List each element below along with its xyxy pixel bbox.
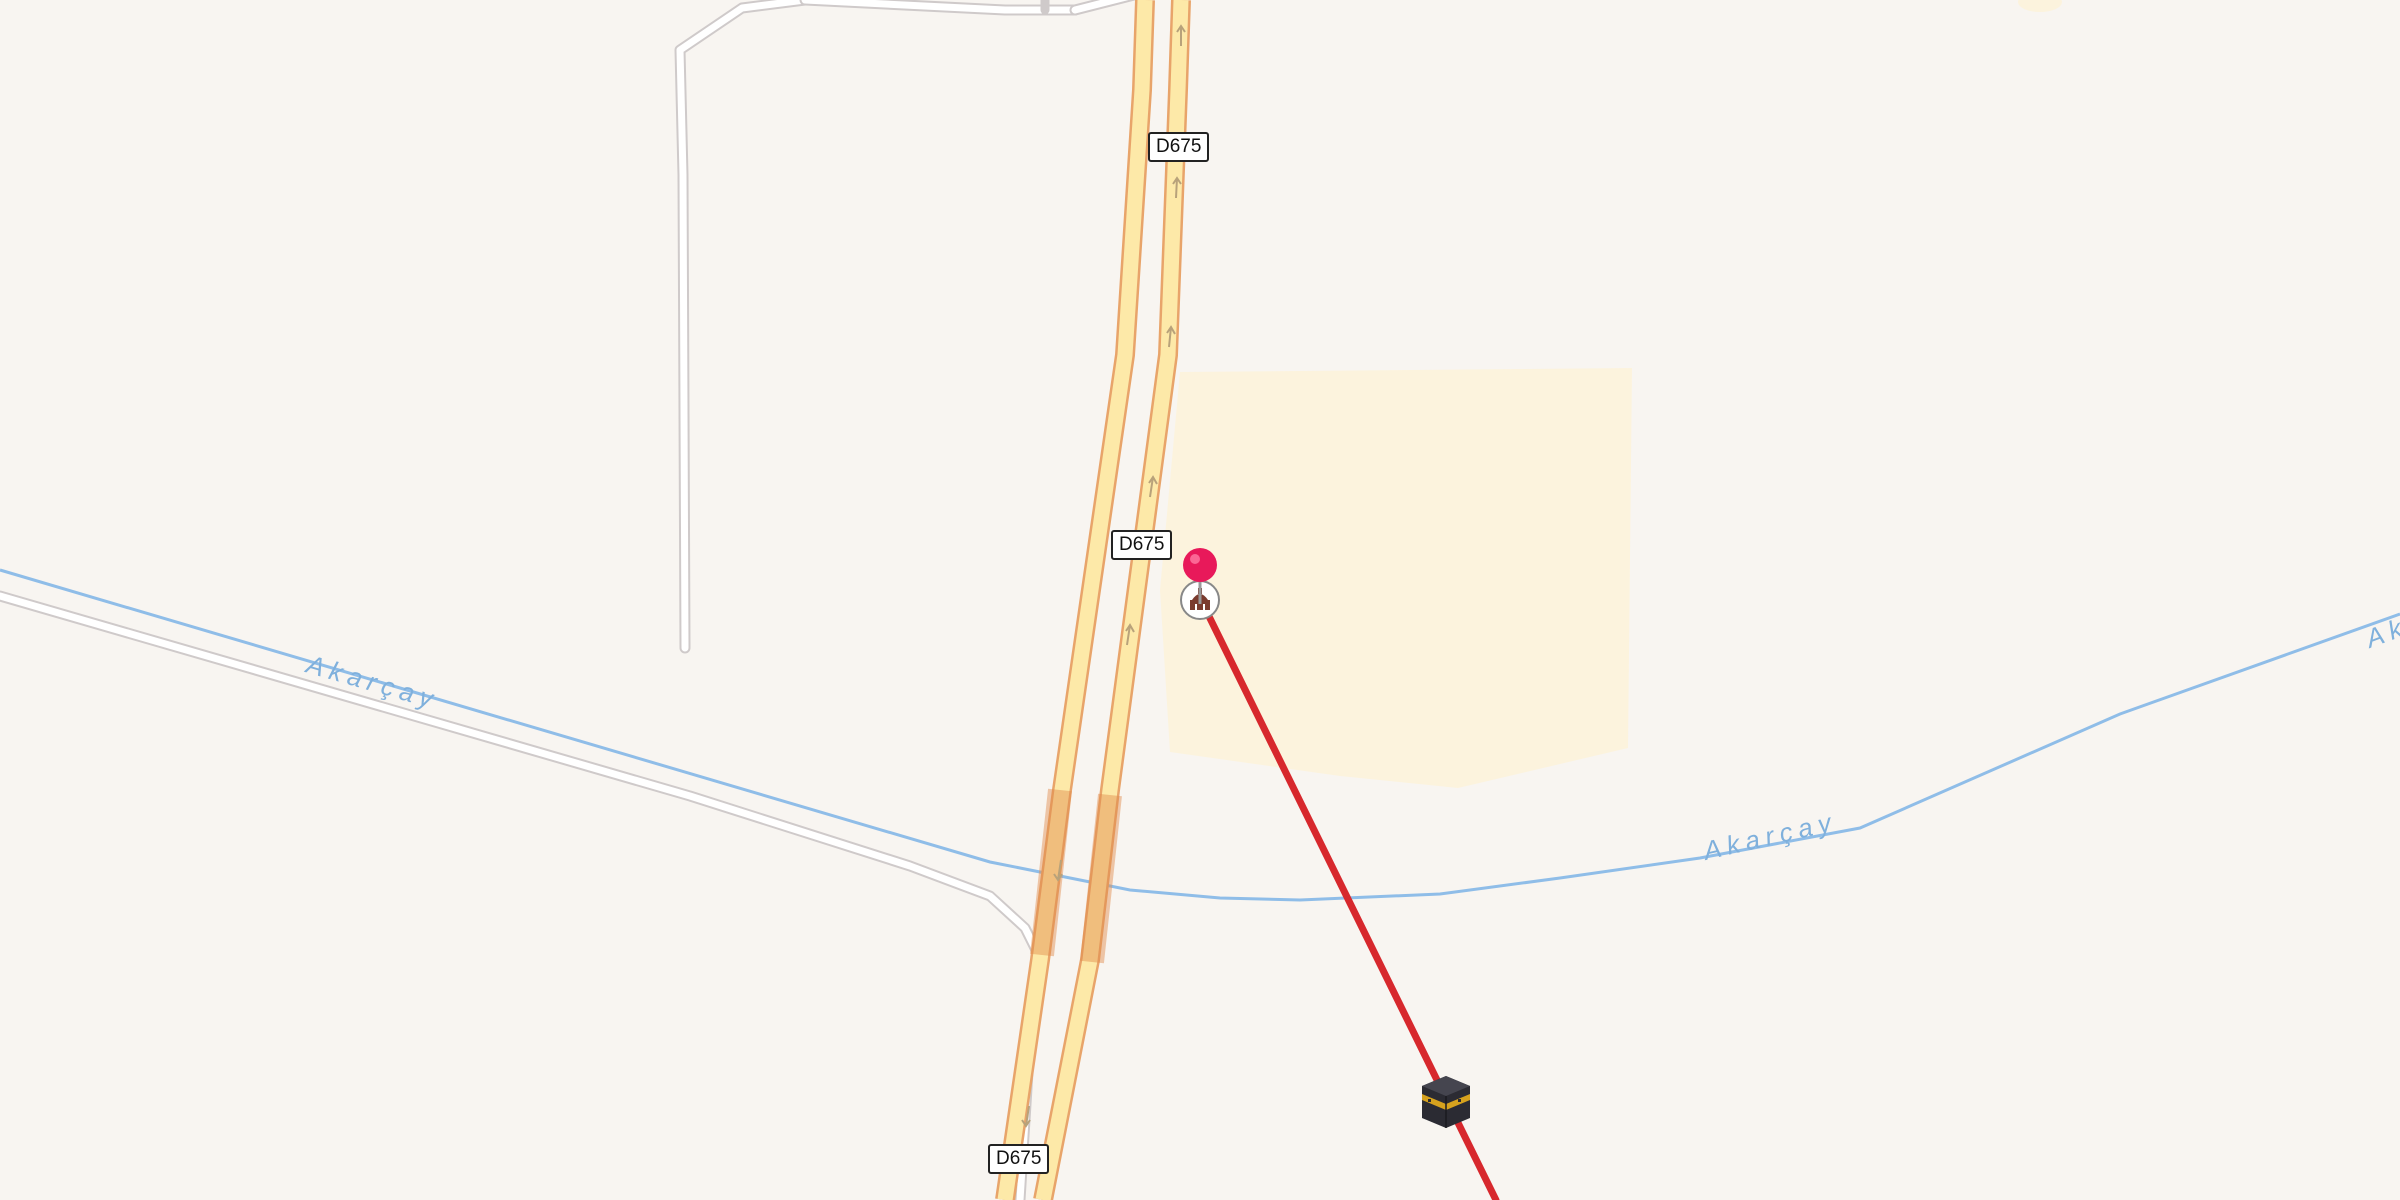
river-label: Akarçay (1699, 806, 1840, 866)
map-pin-icon[interactable] (1181, 546, 1219, 606)
landuse-area (1160, 368, 1632, 788)
river-label: Ak (2360, 611, 2400, 654)
minor-roads (0, 0, 1137, 1200)
road-shield-d675: D675 (1111, 530, 1173, 560)
road-shield-d675: D675 (988, 1144, 1050, 1174)
road-d675 (995, 0, 1191, 1200)
kaaba-icon[interactable] (1418, 1072, 1474, 1132)
road-shield-d675: D675 (1148, 132, 1210, 162)
landuse-area (2018, 0, 2062, 12)
